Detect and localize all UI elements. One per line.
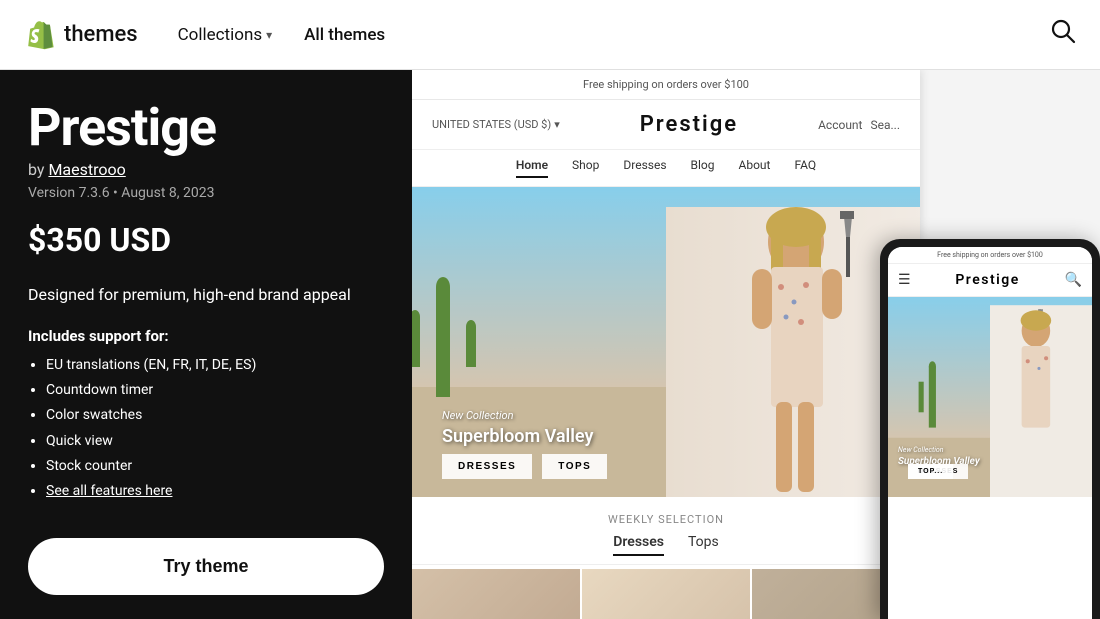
all-themes-nav-link[interactable]: All themes [304,25,385,45]
product-grid [412,565,920,619]
nav-item-blog[interactable]: Blog [691,158,715,178]
mobile-preview: Free shipping on orders over $100 ☰ Pres… [880,239,1100,619]
support-title: Includes support for: [28,327,384,345]
brand-logo[interactable]: themes [24,19,138,51]
country-selector[interactable]: UNITED STATES (USD $) ▾ [432,118,560,131]
theme-price: $350 USD [28,221,384,259]
list-item: Quick view [46,429,384,454]
desktop-preview: Free shipping on orders over $100 UNITED… [412,70,920,619]
shipping-bar: Free shipping on orders over $100 [412,70,920,100]
hero-tops-btn[interactable]: TOPS [542,454,607,479]
list-item: Countdown timer [46,378,384,403]
list-item: Stock counter [46,454,384,479]
account-link[interactable]: Account [818,118,862,132]
list-item: Color swatches [46,403,384,428]
search-link[interactable]: Sea... [870,118,900,132]
theme-title: Prestige [28,102,384,154]
mobile-tops-btn[interactable]: TOP... [908,464,953,479]
navbar: themes Collections ▾ All themes [0,0,1100,70]
hero-dresses-btn[interactable]: DRESSES [442,454,532,479]
weekly-tab-tops[interactable]: Tops [688,534,719,556]
theme-title-group: Prestige by Maestrooo Version 7.3.6 • Au… [28,102,384,201]
store-header: UNITED STATES (USD $) ▾ Prestige Account… [412,100,920,150]
theme-preview-panel: Free shipping on orders over $100 UNITED… [412,70,1100,619]
mobile-header: ☰ Prestige 🔍 [888,264,1092,297]
brand-name: themes [64,22,138,47]
weekly-tab-dresses[interactable]: Dresses [613,534,664,556]
shopify-icon [24,19,56,51]
weekly-selection: Weekly Selection Dresses Tops [412,497,920,565]
hero-caption: New Collection [442,409,593,422]
theme-version: Version 7.3.6 • August 8, 2023 [28,185,384,201]
theme-description: Designed for premium, high-end brand app… [28,283,384,307]
chevron-down-icon: ▾ [266,28,272,42]
hero-section: New Collection Superbloom Valley DRESSES… [412,187,920,497]
nav-item-about[interactable]: About [739,158,771,178]
nav-item-home[interactable]: Home [516,158,548,178]
weekly-label: Weekly Selection [432,513,900,526]
author-link[interactable]: Maestrooo [48,160,125,179]
search-button[interactable] [1050,18,1076,51]
store-nav: Home Shop Dresses Blog About FAQ [412,150,920,187]
list-item: See all features here [46,479,384,504]
nav-item-dresses[interactable]: Dresses [623,158,666,178]
header-links: Account Sea... [818,118,900,132]
mobile-store-name: Prestige [955,272,1019,288]
product-thumb-1[interactable] [412,569,580,619]
hero-subtitle: Superbloom Valley [442,426,593,447]
support-list: EU translations (EN, FR, IT, DE, ES) Cou… [28,353,384,504]
nav-links: Collections ▾ All themes [178,25,1050,45]
search-icon [1050,18,1076,44]
collections-nav-link[interactable]: Collections ▾ [178,25,273,45]
store-name: Prestige [560,112,818,137]
hero-caption-area: New Collection Superbloom Valley [442,409,593,447]
theme-info-panel: Prestige by Maestrooo Version 7.3.6 • Au… [0,70,412,619]
nav-item-shop[interactable]: Shop [572,158,599,178]
features-link[interactable]: See all features here [46,483,172,499]
hero-buttons: DRESSES TOPS [442,454,607,479]
mobile-hero: New Collection Superbloom Valley DRESSES… [888,297,1092,497]
nav-item-faq[interactable]: FAQ [794,158,816,178]
hamburger-icon[interactable]: ☰ [898,272,911,288]
list-item: EU translations (EN, FR, IT, DE, ES) [46,353,384,378]
weekly-tabs: Dresses Tops [432,534,900,556]
mobile-shipping-bar: Free shipping on orders over $100 [888,247,1092,264]
mobile-search-icon[interactable]: 🔍 [1065,272,1082,288]
hero-background [412,187,920,497]
mobile-screen: Free shipping on orders over $100 ☰ Pres… [888,247,1092,619]
try-theme-button[interactable]: Try theme [28,538,384,595]
theme-author: by Maestrooo [28,160,384,179]
main-content: Prestige by Maestrooo Version 7.3.6 • Au… [0,70,1100,619]
product-thumb-2[interactable] [582,569,750,619]
